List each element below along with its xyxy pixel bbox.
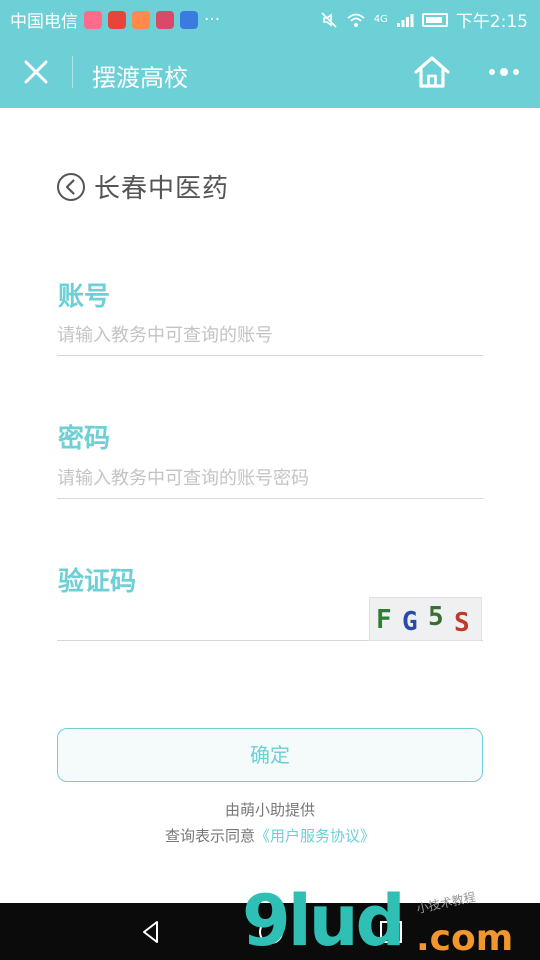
back-circle-icon[interactable] bbox=[56, 172, 86, 202]
close-icon[interactable] bbox=[18, 54, 54, 90]
captcha-input[interactable] bbox=[57, 601, 367, 641]
captcha-char: S bbox=[454, 608, 470, 638]
confirm-button[interactable]: 确定 bbox=[57, 728, 483, 782]
captcha-char: G bbox=[402, 607, 418, 637]
account-input[interactable] bbox=[57, 316, 483, 356]
home-icon[interactable] bbox=[412, 54, 452, 90]
password-label: 密码 bbox=[58, 424, 111, 454]
school-back-row[interactable]: 长春中医药 bbox=[56, 168, 229, 205]
captcha-char: 5 bbox=[428, 602, 444, 632]
provider-text: 由萌小助提供 bbox=[224, 801, 315, 819]
health-app-icon bbox=[84, 10, 102, 29]
mute-icon bbox=[321, 11, 337, 28]
school-name: 长春中医药 bbox=[94, 174, 230, 204]
game-app-icon bbox=[156, 10, 174, 29]
nav-bar: 摆渡高校 bbox=[0, 36, 540, 108]
captcha-label: 验证码 bbox=[58, 567, 137, 597]
system-home-icon[interactable] bbox=[256, 917, 286, 947]
status-right: 4G 下午2:15 bbox=[320, 7, 528, 32]
carrier-label: 中国电信 bbox=[10, 12, 78, 32]
system-back-icon[interactable] bbox=[136, 917, 166, 947]
captcha-char: F bbox=[376, 605, 392, 635]
wifi-icon bbox=[347, 13, 365, 27]
nav-divider bbox=[72, 56, 73, 88]
weibo-app-icon bbox=[108, 10, 126, 29]
battery-icon bbox=[421, 12, 448, 27]
agreement-prefix: 查询表示同意 bbox=[164, 827, 255, 845]
location-app-icon bbox=[132, 10, 150, 29]
password-input[interactable] bbox=[57, 459, 483, 499]
more-notifications-icon: ··· bbox=[204, 9, 221, 30]
clock-label: 下午2:15 bbox=[455, 12, 528, 32]
signal-icon bbox=[396, 13, 414, 27]
book-app-icon bbox=[180, 10, 198, 29]
agreement-line: 查询表示同意《用户服务协议》 bbox=[0, 825, 540, 846]
status-bar: 中国电信 ··· 4G 下午2:15 bbox=[0, 0, 540, 36]
account-label: 账号 bbox=[58, 282, 111, 312]
network-type-label: 4G bbox=[373, 14, 388, 25]
system-recents-icon[interactable] bbox=[376, 917, 406, 947]
system-nav-bar bbox=[0, 903, 540, 960]
captcha-image[interactable]: F G 5 S bbox=[369, 597, 482, 641]
user-agreement-link[interactable]: 《用户服务协议》 bbox=[255, 827, 375, 845]
page-title: 摆渡高校 bbox=[92, 64, 188, 92]
status-left: 中国电信 ··· bbox=[10, 7, 221, 33]
more-icon[interactable] bbox=[486, 60, 522, 84]
